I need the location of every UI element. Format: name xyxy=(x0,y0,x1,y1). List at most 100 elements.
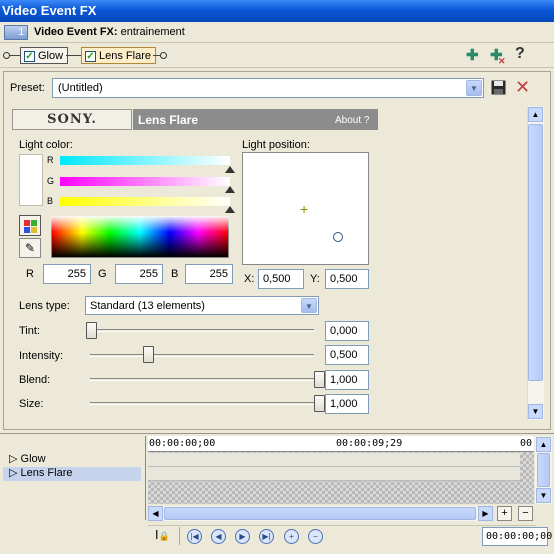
intensity-slider-thumb[interactable] xyxy=(143,346,154,363)
header-title: Video Event FX: entrainement xyxy=(34,26,185,38)
tint-value-field[interactable]: 0,000 xyxy=(325,321,369,341)
chain-plugin-lens-flare-label: Lens Flare xyxy=(99,50,151,62)
size-label: Size: xyxy=(19,398,44,410)
toolbar-separator xyxy=(179,527,180,545)
size-slider-thumb[interactable] xyxy=(314,395,325,412)
blend-value-field[interactable]: 1,000 xyxy=(325,370,369,390)
plugin-scrollbar-thumb[interactable] xyxy=(528,124,543,381)
scroll-down-icon[interactable]: ▼ xyxy=(528,404,543,419)
blue-channel-slider[interactable] xyxy=(60,197,230,206)
zoom-out-icon[interactable]: − xyxy=(518,506,533,521)
chain-end-node xyxy=(160,52,167,59)
chain-plugin-glow[interactable]: ✓ Glow xyxy=(20,47,69,64)
scroll-up-icon[interactable]: ▲ xyxy=(528,107,543,122)
tint-slider-track[interactable] xyxy=(90,329,314,332)
eyedropper-icon[interactable]: ✎ xyxy=(19,238,41,258)
sony-logo: SONY. xyxy=(12,109,132,130)
plug-remove-icon[interactable]: ✚ ✕ xyxy=(490,48,506,66)
timeline-track-lens-flare[interactable]: ▷ Lens Flare xyxy=(3,467,141,481)
palette-icon[interactable] xyxy=(19,215,41,236)
b-value-label: B xyxy=(171,268,179,280)
current-time-field[interactable]: 00:00:00;00 xyxy=(482,527,552,546)
timeline-track-glow[interactable]: ▷ Glow xyxy=(3,453,141,467)
blend-label: Blend: xyxy=(19,374,51,386)
scroll-left-icon[interactable]: ◀ xyxy=(148,506,163,521)
timeline-hscroll-thumb[interactable] xyxy=(164,507,476,520)
sync-cursor-icon[interactable]: Ⅰ🔒 xyxy=(155,528,170,542)
y-value-field[interactable]: 0,500 xyxy=(325,269,369,289)
add-keyframe-icon[interactable]: + xyxy=(284,529,299,544)
crosshair-icon: + xyxy=(300,201,309,217)
x-label: X: xyxy=(244,273,255,285)
r-value-field[interactable]: 255 xyxy=(43,264,91,284)
about-button[interactable]: About ? xyxy=(335,115,369,126)
b-value-field[interactable]: 255 xyxy=(185,264,233,284)
delete-keyframe-icon[interactable]: − xyxy=(308,529,323,544)
light-position-label: Light position: xyxy=(242,139,310,151)
blue-channel-handle[interactable] xyxy=(225,206,235,213)
zoom-in-icon[interactable]: + xyxy=(497,506,512,521)
lens-flare-enabled-checkbox[interactable]: ✓ xyxy=(85,50,96,62)
size-slider-track[interactable] xyxy=(90,402,314,405)
timeline-track-lens-flare-label: Lens Flare xyxy=(20,467,73,479)
intensity-label: Intensity: xyxy=(19,350,64,362)
preset-label: Preset: xyxy=(10,82,45,94)
green-channel-slider[interactable] xyxy=(60,177,230,186)
keyframe-lane-glow[interactable] xyxy=(148,453,520,467)
chevron-down-icon[interactable]: ▼ xyxy=(301,298,317,313)
intensity-slider-track[interactable] xyxy=(90,354,314,357)
timeline-vscroll-thumb[interactable] xyxy=(537,453,550,487)
lens-type-dropdown[interactable]: Standard (13 elements) ▼ xyxy=(85,296,319,315)
save-preset-icon[interactable] xyxy=(491,80,506,95)
chevron-down-icon[interactable]: ▼ xyxy=(466,80,482,96)
intensity-value-field[interactable]: 0,500 xyxy=(325,345,369,365)
size-value-field[interactable]: 1,000 xyxy=(325,394,369,414)
g-value-label: G xyxy=(98,268,107,280)
tint-label: Tint: xyxy=(19,325,40,337)
expand-icon[interactable]: ▷ xyxy=(9,467,21,479)
preset-value: (Untitled) xyxy=(58,82,103,94)
ruler-mid-time: 00:00:09;29 xyxy=(336,438,403,449)
blend-slider-thumb[interactable] xyxy=(314,371,325,388)
channel-b-label: B xyxy=(47,196,54,206)
first-keyframe-icon[interactable]: |◀ xyxy=(187,529,202,544)
header-title-bold: Video Event FX: xyxy=(34,26,118,38)
last-keyframe-icon[interactable]: ▶| xyxy=(259,529,274,544)
scroll-down-icon[interactable]: ▼ xyxy=(536,488,551,503)
r-value-label: R xyxy=(26,268,34,280)
track-number-badge: 1 xyxy=(4,25,28,40)
g-value-field[interactable]: 255 xyxy=(115,264,163,284)
color-spectrum-highlight xyxy=(51,216,229,232)
keyframe-lane-lens-flare[interactable] xyxy=(148,467,520,481)
y-label: Y: xyxy=(310,273,320,285)
preset-dropdown[interactable]: (Untitled) ▼ xyxy=(52,78,484,98)
ruler-start-time: 00:00:00;00 xyxy=(149,438,216,449)
ruler-end-time: 00 xyxy=(520,438,533,449)
plug-add-icon[interactable]: ✚ xyxy=(466,48,479,63)
expand-icon[interactable]: ▷ xyxy=(9,453,21,465)
chain-plugin-lens-flare[interactable]: ✓ Lens Flare xyxy=(81,47,156,64)
x-value-field[interactable]: 0,500 xyxy=(258,269,304,289)
light-color-swatch xyxy=(19,154,43,206)
green-channel-handle[interactable] xyxy=(225,186,235,193)
tint-slider-thumb[interactable] xyxy=(86,322,97,339)
light-position-handle[interactable] xyxy=(333,232,343,242)
scroll-up-icon[interactable]: ▲ xyxy=(536,437,551,452)
help-icon[interactable]: ? xyxy=(515,46,525,62)
glow-enabled-checkbox[interactable]: ✓ xyxy=(24,50,35,62)
next-keyframe-icon[interactable]: ▶ xyxy=(235,529,250,544)
header-title-event: entrainement xyxy=(117,26,185,38)
red-channel-handle[interactable] xyxy=(225,166,235,173)
chain-plugin-glow-label: Glow xyxy=(38,50,64,62)
lens-type-label: Lens type: xyxy=(19,300,70,312)
prev-keyframe-icon[interactable]: ◀ xyxy=(211,529,226,544)
channel-r-label: R xyxy=(47,155,54,165)
red-channel-slider[interactable] xyxy=(60,156,230,165)
blend-slider-track[interactable] xyxy=(90,378,314,381)
delete-preset-icon[interactable]: ✕ xyxy=(515,78,530,96)
window-title: Video Event FX xyxy=(0,0,554,22)
scroll-right-icon[interactable]: ▶ xyxy=(478,506,493,521)
light-color-label: Light color: xyxy=(19,139,73,151)
chain-start-node xyxy=(3,52,10,59)
lens-type-value: Standard (13 elements) xyxy=(90,300,205,312)
